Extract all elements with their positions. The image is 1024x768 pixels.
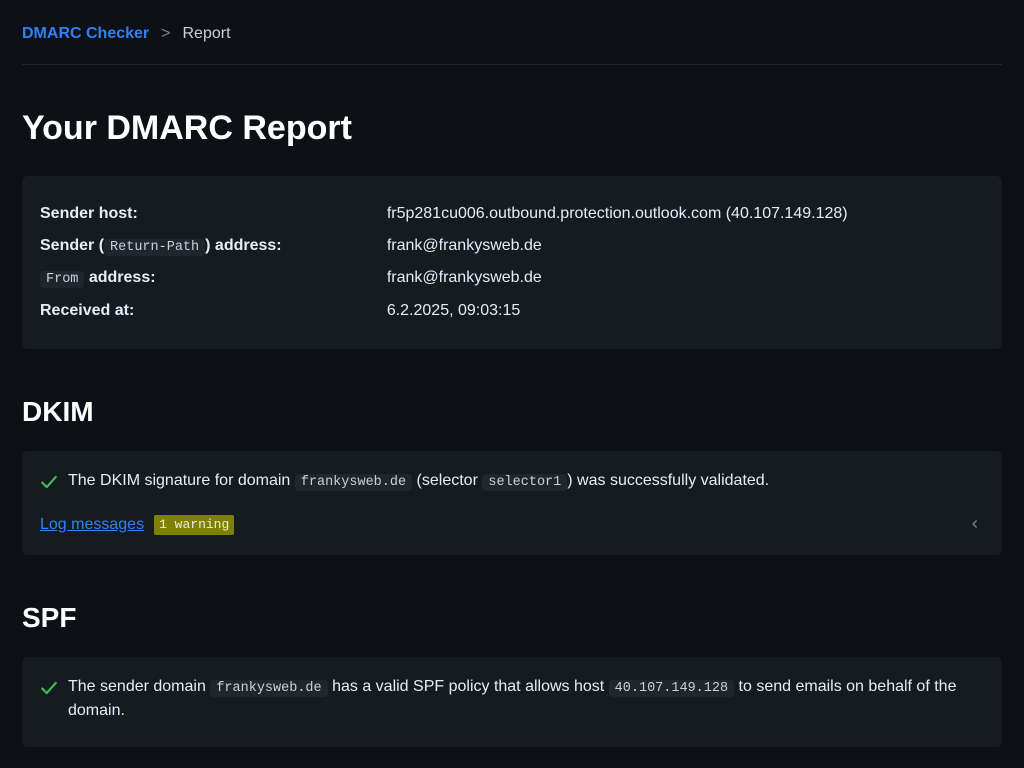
summary-panel: Sender host: fr5p281cu006.outbound.prote… (22, 176, 1002, 349)
breadcrumb-separator: > (161, 22, 170, 46)
row-sender-address: Sender (Return-Path) address: frank@fran… (40, 234, 984, 258)
spf-domain-code: frankysweb.de (210, 680, 327, 697)
dkim-msg-mid1: (selector (412, 472, 482, 489)
check-icon (40, 679, 58, 697)
label-from-address: From address: (40, 266, 387, 290)
label-sender-address: Sender (Return-Path) address: (40, 234, 387, 258)
dkim-result-text: The DKIM signature for domain frankysweb… (68, 469, 769, 493)
page-title: Your DMARC Report (22, 103, 1002, 154)
label-from-post: address: (84, 269, 155, 286)
log-messages-link[interactable]: Log messages (40, 513, 144, 537)
dkim-heading: DKIM (22, 391, 1002, 433)
dkim-selector-code: selector1 (482, 474, 567, 491)
spf-panel: The sender domain frankysweb.de has a va… (22, 657, 1002, 747)
breadcrumb-current: Report (182, 22, 230, 46)
label-sender-pre: Sender ( (40, 237, 104, 254)
spf-heading: SPF (22, 597, 1002, 639)
chevron-left-icon[interactable] (970, 513, 980, 537)
spf-msg-pre: The sender domain (68, 678, 210, 695)
row-from-address: From address: frank@frankysweb.de (40, 266, 984, 290)
dkim-result-row: The DKIM signature for domain frankysweb… (40, 469, 984, 493)
label-sender-post: ) address: (205, 237, 281, 254)
spf-result-text: The sender domain frankysweb.de has a va… (68, 675, 984, 723)
spf-ip-code: 40.107.149.128 (609, 680, 734, 697)
value-received-at: 6.2.2025, 09:03:15 (387, 299, 984, 323)
dkim-domain-code: frankysweb.de (295, 474, 412, 491)
breadcrumb-home-link[interactable]: DMARC Checker (22, 22, 149, 46)
return-path-code: Return-Path (104, 239, 205, 256)
breadcrumb: DMARC Checker > Report (22, 22, 1002, 65)
dkim-msg-post: ) was successfully validated. (567, 472, 769, 489)
dkim-panel: The DKIM signature for domain frankysweb… (22, 451, 1002, 555)
spf-msg-mid: has a valid SPF policy that allows host (328, 678, 609, 695)
warning-badge: 1 warning (154, 515, 234, 535)
row-sender-host: Sender host: fr5p281cu006.outbound.prote… (40, 202, 984, 226)
row-received-at: Received at: 6.2.2025, 09:03:15 (40, 299, 984, 323)
from-code: From (40, 271, 84, 288)
value-sender-host: fr5p281cu006.outbound.protection.outlook… (387, 202, 984, 226)
value-sender-address: frank@frankysweb.de (387, 234, 984, 258)
check-icon (40, 473, 58, 491)
dkim-log-row: Log messages 1 warning (40, 513, 984, 537)
value-from-address: frank@frankysweb.de (387, 266, 984, 290)
label-received-at: Received at: (40, 299, 387, 323)
dkim-msg-pre: The DKIM signature for domain (68, 472, 295, 489)
spf-result-row: The sender domain frankysweb.de has a va… (40, 675, 984, 723)
label-sender-host: Sender host: (40, 202, 387, 226)
